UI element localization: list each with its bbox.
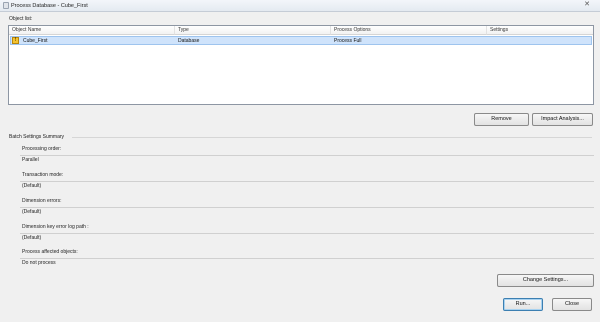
field-separator [20,258,594,259]
object-list[interactable]: Object Name Type Process Options Setting… [8,25,594,105]
processing-order-value: Parallel [22,157,39,163]
remove-button[interactable]: Remove [474,113,529,126]
field-separator [20,233,594,234]
table-row[interactable]: ! Cube_First Database Process Full [10,36,592,45]
run-button[interactable]: Run... [503,298,543,311]
impact-analysis-button[interactable]: Impact Analysis... [532,113,593,126]
transaction-mode-label: Transaction mode: [22,172,64,178]
close-button[interactable]: Close [552,298,592,311]
cell-type: Database [178,38,200,44]
process-affected-objects-label: Process affected objects: [22,249,78,255]
dimension-errors-value: (Default) [22,209,42,215]
cell-process-options[interactable]: Process Full [334,37,362,45]
app-icon [3,2,9,9]
field-separator [20,181,594,182]
column-header-object-name[interactable]: Object Name [9,26,175,35]
processing-order-label: Processing order: [22,146,62,152]
cell-settings[interactable] [490,37,590,45]
field-separator [20,207,594,208]
column-header-type[interactable]: Type [175,26,331,35]
object-list-label: Object list: [9,16,33,22]
dimension-key-error-log-path-value: (Default) [22,235,42,241]
batch-settings-header: Batch Settings Summary [9,134,65,140]
column-header-settings[interactable]: Settings [487,26,593,35]
column-header-process-options[interactable]: Process Options [331,26,487,35]
title-bar: Process Database - Cube_First ✕ [0,0,600,12]
dimension-errors-label: Dimension errors: [22,198,62,204]
change-settings-button[interactable]: Change Settings... [497,274,594,287]
window-title: Process Database - Cube_First [11,2,88,9]
transaction-mode-value: (Default) [22,183,42,189]
group-divider [72,137,592,138]
cell-object-name: Cube_First [23,38,48,44]
process-affected-objects-value: Do not process [22,260,56,266]
close-window-button[interactable]: ✕ [580,1,594,9]
warning-icon: ! [12,37,19,44]
dimension-key-error-log-path-label: Dimension key error log path : [22,224,89,230]
field-separator [20,155,594,156]
